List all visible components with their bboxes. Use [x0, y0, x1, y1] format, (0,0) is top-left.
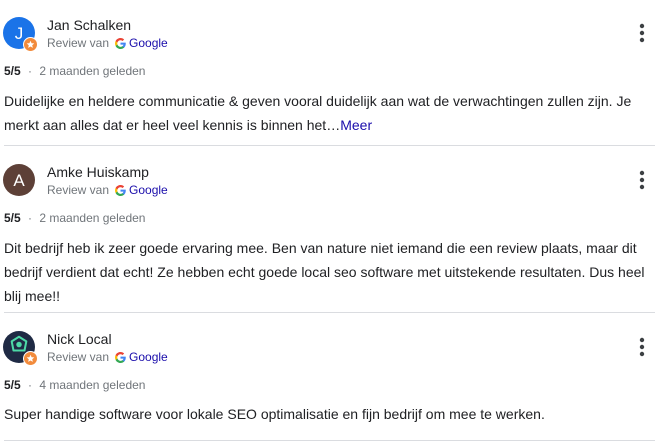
- review-card: J Jan Schalken Review van Google 5/5 · 2…: [0, 17, 667, 147]
- review-meta: 5/5 · 4 maanden geleden: [4, 378, 145, 392]
- avatar[interactable]: J: [3, 17, 38, 52]
- google-source-link[interactable]: Google: [129, 183, 168, 197]
- divider: [4, 145, 655, 146]
- review-rating: 5/5: [4, 64, 21, 78]
- review-rating: 5/5: [4, 211, 21, 225]
- review-card: Nick Local Review van Google 5/5 · 4 maa…: [0, 331, 667, 443]
- more-vert-icon: [639, 23, 645, 43]
- read-more-link[interactable]: Meer: [340, 117, 372, 133]
- more-options-button[interactable]: [633, 335, 651, 359]
- more-options-button[interactable]: [633, 21, 651, 45]
- review-source: Review van Google: [47, 183, 168, 197]
- google-source-link[interactable]: Google: [129, 36, 168, 50]
- google-g-icon: [115, 37, 126, 49]
- review-meta: 5/5 · 2 maanden geleden: [4, 64, 145, 78]
- review-card: A Amke Huiskamp Review van Google 5/5 · …: [0, 164, 667, 314]
- more-options-button[interactable]: [633, 168, 651, 192]
- review-via-label: Review van: [47, 350, 110, 364]
- more-vert-icon: [639, 337, 645, 357]
- avatar[interactable]: A: [3, 164, 35, 196]
- reviewer-name[interactable]: Amke Huiskamp: [47, 164, 149, 180]
- review-rating: 5/5: [4, 378, 21, 392]
- google-g-icon: [115, 351, 126, 363]
- meta-separator: ·: [28, 211, 33, 225]
- review-meta: 5/5 · 2 maanden geleden: [4, 211, 145, 225]
- review-source: Review van Google: [47, 350, 168, 364]
- meta-separator: ·: [28, 64, 33, 78]
- google-source-link[interactable]: Google: [129, 350, 168, 364]
- local-guide-badge-icon: [23, 351, 38, 366]
- more-vert-icon: [639, 170, 645, 190]
- reviewer-name[interactable]: Nick Local: [47, 331, 112, 347]
- review-text-body: Duidelijke en heldere communicatie & gev…: [4, 93, 632, 133]
- divider: [4, 312, 655, 313]
- avatar[interactable]: [3, 331, 38, 366]
- review-source: Review van Google: [47, 36, 168, 50]
- review-text: Duidelijke en heldere communicatie & gev…: [4, 89, 654, 137]
- avatar-letter: A: [13, 170, 25, 190]
- review-time: 2 maanden geleden: [39, 211, 146, 225]
- local-guide-badge-icon: [23, 37, 38, 52]
- avatar-letter: J: [14, 23, 24, 43]
- review-text: Dit bedrijf heb ik zeer goede ervaring m…: [4, 240, 645, 304]
- divider: [4, 440, 655, 441]
- review-text: Super handige software voor lokale SEO o…: [4, 406, 545, 422]
- review-time: 4 maanden geleden: [39, 378, 146, 392]
- review-via-label: Review van: [47, 36, 110, 50]
- meta-separator: ·: [28, 378, 33, 392]
- review-time: 2 maanden geleden: [39, 64, 146, 78]
- review-via-label: Review van: [47, 183, 110, 197]
- google-g-icon: [115, 184, 126, 196]
- reviewer-name[interactable]: Jan Schalken: [47, 17, 131, 33]
